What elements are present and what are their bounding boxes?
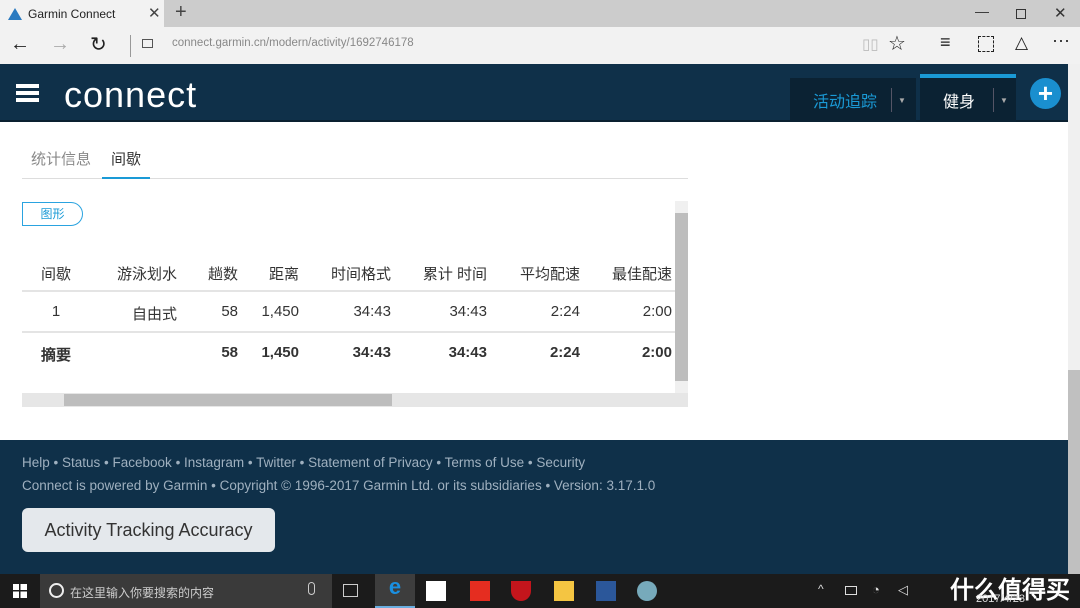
file-explorer-icon[interactable] bbox=[554, 581, 574, 601]
column-header[interactable]: 最佳配速 bbox=[612, 263, 672, 284]
column-header[interactable]: 趟数 bbox=[208, 263, 238, 284]
share-icon[interactable]: △ bbox=[1015, 33, 1028, 53]
table-vertical-scrollbar[interactable] bbox=[675, 201, 688, 393]
chevron-down-icon: ▼ bbox=[898, 95, 906, 105]
windows-start-icon[interactable] bbox=[13, 584, 27, 598]
table-horizontal-scrollbar[interactable] bbox=[22, 393, 688, 407]
wifi-icon[interactable]: ◔ bbox=[872, 582, 880, 597]
footer-copyright-line: Connect is powered by Garmin • Copyright… bbox=[22, 478, 655, 493]
close-window-icon[interactable]: ✕ bbox=[1054, 4, 1067, 22]
footer-link[interactable]: Statement of Privacy bbox=[308, 455, 433, 470]
battery-icon bbox=[845, 586, 857, 595]
nav-fitness[interactable]: 健身 ▼ bbox=[920, 74, 1016, 122]
table-cell: 自由式 bbox=[131, 306, 177, 323]
column-header[interactable]: 游泳划水 bbox=[117, 263, 177, 284]
summary-cell: 2:24 bbox=[549, 344, 580, 361]
footer-link[interactable]: Twitter bbox=[256, 455, 296, 470]
table-cell: 58 bbox=[221, 303, 238, 320]
app-red-icon[interactable] bbox=[470, 581, 490, 601]
summary-cell: 34:43 bbox=[448, 344, 487, 361]
favorite-star-icon[interactable]: ☆ bbox=[888, 31, 906, 56]
page-scrollbar[interactable] bbox=[1068, 64, 1080, 574]
reading-view-icon[interactable]: ▯▯ bbox=[862, 35, 879, 53]
microphone-icon[interactable] bbox=[308, 582, 315, 595]
activity-tracking-accuracy-button[interactable]: Activity Tracking Accuracy bbox=[22, 508, 275, 552]
separator: • bbox=[524, 455, 537, 470]
table-cell: 2:00 bbox=[642, 303, 672, 320]
nav-label: 活动追踪 bbox=[813, 94, 878, 111]
more-icon[interactable]: ··· bbox=[1052, 30, 1070, 51]
windows-taskbar: 在这里输入你要搜索的内容 e ^ ◔ ◁ 什么值得买 2017/4/23 bbox=[0, 574, 1080, 608]
footer-link[interactable]: Status bbox=[62, 455, 100, 470]
separator: • bbox=[100, 455, 113, 470]
footer: Help • Status • Facebook • Instagram • T… bbox=[0, 440, 1068, 574]
volume-icon[interactable]: ◁ bbox=[898, 582, 908, 598]
table-cell: 34:43 bbox=[353, 303, 391, 320]
paint-icon[interactable] bbox=[637, 581, 657, 601]
chevron-down-icon: ▼ bbox=[1000, 95, 1008, 105]
task-view-icon[interactable] bbox=[343, 584, 358, 597]
hub-icon[interactable]: ≡ bbox=[940, 32, 951, 53]
word-icon[interactable] bbox=[596, 581, 616, 601]
column-header[interactable]: 时间格式 bbox=[331, 263, 391, 284]
summary-cell: 58 bbox=[221, 344, 238, 361]
summary-cell: 1,450 bbox=[261, 344, 299, 361]
footer-links: Help • Status • Facebook • Instagram • T… bbox=[22, 455, 585, 470]
column-header[interactable]: 间歇 bbox=[22, 263, 90, 284]
table-cell: 1 bbox=[51, 303, 61, 320]
separator: • bbox=[49, 455, 62, 470]
row-divider bbox=[22, 290, 675, 292]
intervals-table: 间歇 游泳划水 趟数 距离 时间格式 累计 时间 平均配速 最佳配速 1 自由式 58 1,450 3… bbox=[0, 0, 700, 420]
powered-by-link[interactable]: Connect is powered by Garmin bbox=[22, 478, 207, 493]
footer-link[interactable]: Facebook bbox=[113, 455, 172, 470]
minimize-icon[interactable]: — bbox=[975, 3, 989, 19]
summary-cell: 34:43 bbox=[352, 344, 391, 361]
row-divider bbox=[22, 331, 675, 333]
show-hidden-icons[interactable]: ^ bbox=[818, 582, 824, 596]
separator: • bbox=[295, 455, 309, 470]
column-header[interactable]: 累计 时间 bbox=[423, 263, 487, 284]
column-header[interactable]: 平均配速 bbox=[520, 263, 580, 284]
cortana-icon bbox=[49, 583, 64, 598]
nav-activity-tracking[interactable]: 活动追踪 ▼ bbox=[790, 78, 916, 122]
store-icon[interactable] bbox=[426, 581, 446, 601]
mcafee-icon[interactable] bbox=[511, 581, 531, 601]
summary-cell: 2:00 bbox=[641, 344, 672, 361]
taskbar-search[interactable]: 在这里输入你要搜索的内容 bbox=[40, 574, 332, 608]
footer-link[interactable]: Terms of Use bbox=[445, 455, 525, 470]
table-cell: 1,450 bbox=[261, 303, 299, 320]
footer-link[interactable]: Help bbox=[22, 455, 50, 470]
edge-taskbar-icon[interactable]: e bbox=[375, 574, 415, 608]
footer-link[interactable]: Instagram bbox=[184, 455, 244, 470]
separator: • bbox=[244, 455, 257, 470]
column-header[interactable]: 距离 bbox=[269, 263, 299, 284]
separator: • bbox=[171, 455, 185, 470]
footer-link[interactable]: Security bbox=[536, 455, 585, 470]
nav-label: 健身 bbox=[943, 94, 976, 111]
separator: • bbox=[432, 455, 445, 470]
plus-icon: + bbox=[1037, 78, 1054, 108]
table-cell: 2:24 bbox=[550, 303, 580, 320]
taskbar-date[interactable]: 2017/4/23 bbox=[976, 593, 1025, 605]
copyright-text: • Copyright © 1996-2017 Garmin Ltd. or i… bbox=[211, 478, 656, 493]
summary-cell: 摘要 bbox=[40, 347, 71, 364]
search-placeholder: 在这里输入你要搜索的内容 bbox=[70, 586, 215, 600]
restore-icon[interactable] bbox=[1016, 9, 1026, 19]
web-note-icon[interactable] bbox=[978, 36, 994, 52]
add-button[interactable]: + bbox=[1030, 78, 1061, 109]
table-cell: 34:43 bbox=[449, 303, 487, 320]
